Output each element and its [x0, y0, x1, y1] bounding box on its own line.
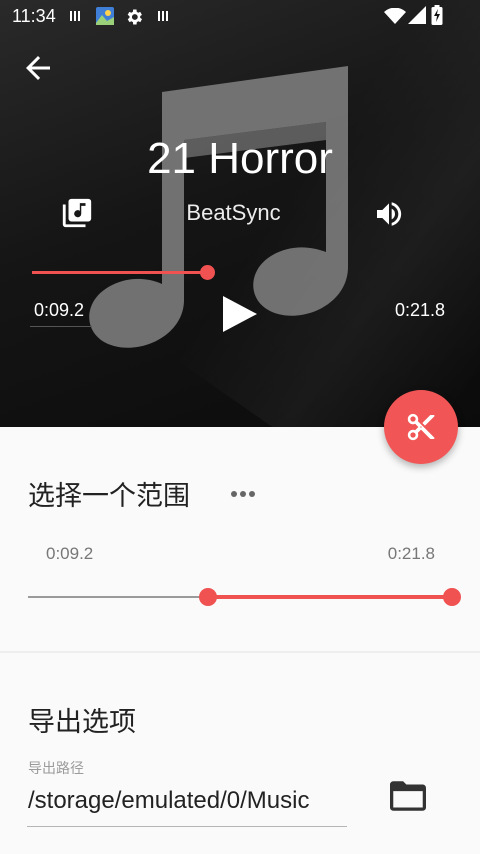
range-end-thumb[interactable]: [443, 588, 461, 606]
range-section-title: 选择一个范围: [28, 481, 190, 512]
total-time: 0:21.8: [394, 300, 445, 320]
seek-bar-progress[interactable]: [32, 271, 208, 274]
settings-icon: [127, 9, 142, 25]
export-path-label: 导出路径: [28, 761, 84, 777]
play-icon[interactable]: [220, 294, 260, 334]
range-slider-track[interactable]: [28, 596, 208, 598]
sim-icon: [158, 11, 168, 21]
photo-notification-icon: [96, 7, 114, 25]
scissors-icon: [407, 413, 435, 441]
sim-icon: [70, 11, 80, 21]
current-time-underline: [30, 326, 92, 327]
volume-icon[interactable]: [372, 198, 406, 230]
range-slider-selection[interactable]: [208, 595, 452, 599]
track-title: 21 Horror: [147, 134, 333, 183]
range-start-time: 0:09.2: [46, 544, 94, 563]
export-path-input[interactable]: /storage/emulated/0/Music: [28, 787, 309, 815]
status-bar: 11:34: [0, 0, 480, 32]
export-section-title: 导出选项: [28, 707, 136, 738]
wifi-icon: [384, 8, 406, 24]
battery-charging-icon: [431, 5, 443, 25]
player-header: 11:34 21 Horror BeatSync 0:09.2 0:21.8: [0, 0, 480, 427]
range-end-time: 0:21.8: [387, 544, 435, 563]
export-card: [0, 653, 480, 854]
current-time: 0:09.2: [34, 300, 85, 320]
cut-button[interactable]: [384, 390, 458, 464]
seek-bar-thumb[interactable]: [200, 265, 215, 280]
folder-icon[interactable]: [388, 778, 428, 814]
range-start-thumb[interactable]: [199, 588, 217, 606]
more-horizontal-icon[interactable]: [230, 488, 256, 500]
signal-icon: [408, 6, 426, 24]
status-time: 11:34: [12, 6, 56, 26]
arrow-back-icon[interactable]: [20, 50, 56, 86]
export-path-underline: [27, 826, 347, 827]
